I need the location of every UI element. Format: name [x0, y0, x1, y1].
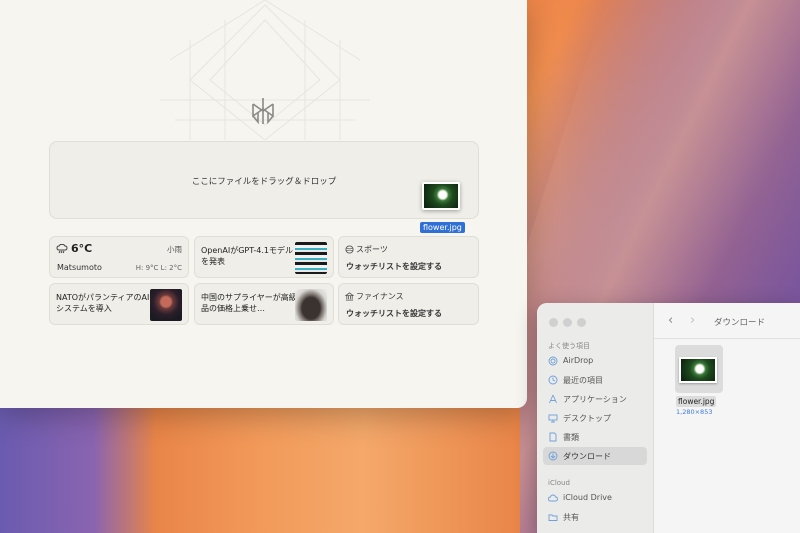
- weather-card[interactable]: 6°C 小雨 Matsumoto H: 9°C L: 2°C: [49, 236, 189, 278]
- sidebar-item-airdrop[interactable]: AirDrop: [543, 352, 647, 370]
- shared-folder-icon: [548, 514, 558, 521]
- file-dropzone[interactable]: ここにファイルをドラッグ＆ドロップ: [49, 141, 479, 219]
- dropzone-text: ここにファイルをドラッグ＆ドロップ: [191, 177, 337, 187]
- sports-card[interactable]: スポーツ ウォッチリストを設定する: [338, 236, 479, 278]
- close-window-button[interactable]: [549, 318, 558, 327]
- sidebar-item-shared[interactable]: 共有: [543, 508, 647, 526]
- sidebar-item-label: 書類: [563, 433, 579, 442]
- airdrop-icon: [548, 356, 558, 366]
- sidebar-item-label: アプリケーション: [563, 395, 627, 404]
- forward-chevron-icon[interactable]: ›: [690, 313, 695, 328]
- weather-high-low: H: 9°C L: 2°C: [135, 264, 182, 272]
- finance-watchlist-action[interactable]: ウォッチリストを設定する: [346, 308, 442, 319]
- sidebar-item-applications[interactable]: アプリケーション: [543, 390, 647, 408]
- sidebar-item-downloads[interactable]: ダウンロード: [543, 447, 647, 465]
- cloud-icon: [548, 494, 558, 502]
- rain-cloud-icon: [56, 244, 68, 254]
- sports-watchlist-action[interactable]: ウォッチリストを設定する: [346, 261, 442, 272]
- sidebar-item-label: 共有: [563, 513, 579, 522]
- finder-toolbar: ‹ › ダウンロード: [654, 303, 800, 339]
- dragged-file-label: flower.jpg: [420, 222, 465, 233]
- news-headline: 中国のサプライヤーが高級品の価格上乗せ…: [201, 293, 297, 313]
- sidebar-item-icloud-drive[interactable]: iCloud Drive: [543, 489, 647, 507]
- minimize-window-button[interactable]: [563, 318, 572, 327]
- weather-city: Matsumoto: [57, 263, 102, 272]
- news-thumbnail: [295, 289, 327, 321]
- news-headline: NATOがパランティアのAIシステムを導入: [56, 293, 150, 313]
- zoom-window-button[interactable]: [577, 318, 586, 327]
- bank-icon: [345, 292, 354, 301]
- news-card[interactable]: OpenAIがGPT-4.1モデルを発表: [194, 236, 334, 278]
- news-thumbnail: [295, 242, 327, 274]
- sidebar-item-documents[interactable]: 書類: [543, 428, 647, 446]
- sports-label: スポーツ: [356, 245, 388, 254]
- favorites-heading: よく使う項目: [548, 342, 590, 350]
- document-icon: [549, 432, 557, 442]
- finder-window: よく使う項目 AirDrop 最近の項目 アプリケーション デスクトップ 書類 …: [537, 303, 800, 533]
- finder-sidebar: よく使う項目 AirDrop 最近の項目 アプリケーション デスクトップ 書類 …: [537, 303, 654, 533]
- sidebar-item-recents[interactable]: 最近の項目: [543, 371, 647, 389]
- perplexity-logo-icon: [252, 98, 274, 125]
- back-chevron-icon[interactable]: ‹: [668, 313, 673, 328]
- news-card[interactable]: 中国のサプライヤーが高級品の価格上乗せ…: [194, 283, 334, 325]
- weather-temperature: 6°C: [71, 242, 93, 255]
- news-card[interactable]: NATOがパランティアのAIシステムを導入: [49, 283, 189, 325]
- sidebar-item-label: AirDrop: [563, 356, 594, 365]
- file-name: flower.jpg: [676, 396, 717, 407]
- finance-label: ファイナンス: [356, 292, 404, 301]
- news-thumbnail: [150, 289, 182, 321]
- desktop-icon: [548, 414, 558, 423]
- download-icon: [548, 451, 558, 461]
- sports-ball-icon: [345, 245, 354, 254]
- file-thumbnail: [679, 357, 717, 383]
- sidebar-item-label: デスクトップ: [563, 414, 611, 423]
- dragged-file-thumbnail[interactable]: [422, 182, 460, 210]
- wallpaper-stripe: [0, 405, 520, 533]
- applications-icon: [549, 394, 557, 404]
- sidebar-item-desktop[interactable]: デスクトップ: [543, 409, 647, 427]
- sidebar-item-label: ダウンロード: [563, 452, 611, 461]
- sidebar-item-label: iCloud Drive: [563, 493, 612, 502]
- file-dimensions: 1,280×853: [676, 408, 713, 416]
- file-item[interactable]: flower.jpg 1,280×853: [674, 345, 724, 420]
- news-headline: OpenAIがGPT-4.1モデルを発表: [201, 246, 293, 266]
- finder-title: ダウンロード: [714, 318, 766, 328]
- weather-condition: 小雨: [167, 245, 182, 254]
- clock-icon: [548, 375, 558, 385]
- icloud-heading: iCloud: [548, 479, 570, 487]
- sidebar-item-label: 最近の項目: [563, 376, 603, 385]
- finance-card[interactable]: ファイナンス ウォッチリストを設定する: [338, 283, 479, 325]
- app-window: ここにファイルをドラッグ＆ドロップ 6°C 小雨 Matsumoto H: 9°…: [0, 0, 527, 408]
